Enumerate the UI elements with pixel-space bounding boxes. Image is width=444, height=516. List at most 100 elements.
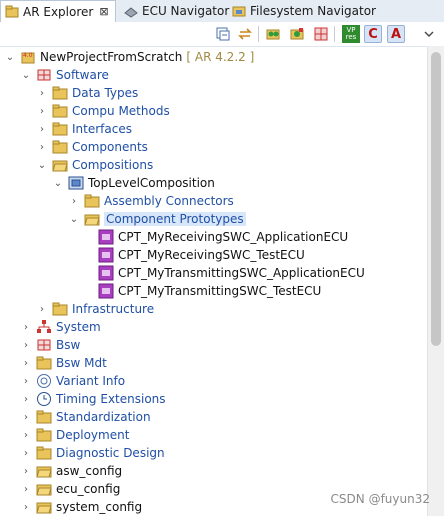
software-icon (36, 67, 52, 83)
tree-row-software[interactable]: ⌄ Software (20, 66, 109, 84)
tab-ar-explorer[interactable]: AR Explorer ⊠ (0, 0, 116, 22)
tree-row-components[interactable]: › Components (36, 138, 148, 156)
tree-label: TopLevelComposition (88, 176, 215, 190)
folder-icon (52, 85, 68, 101)
tree-row-asw-config[interactable]: › asw_config (20, 462, 122, 480)
tree-row-top-level-composition[interactable]: ⌄ TopLevelComposition (52, 174, 215, 192)
folder-icon (84, 193, 100, 209)
chevron-right-icon[interactable]: › (20, 501, 32, 513)
tree-row-bsw-mdt[interactable]: › Bsw Mdt (20, 354, 107, 372)
swc-prototype-icon (98, 247, 114, 263)
composition-icon (68, 175, 84, 191)
chevron-down-icon[interactable]: ⌄ (68, 213, 80, 225)
a-filter-letter: A (390, 26, 402, 42)
tree-label: CPT_MyTransmittingSWC_TestECU (118, 284, 322, 298)
swc-prototype-icon (98, 265, 114, 281)
c-filter-letter: C (368, 26, 378, 42)
tree-label: Components (72, 140, 148, 154)
variant-info-icon (36, 373, 52, 389)
tree-row-ecu-config[interactable]: › ecu_config (20, 480, 120, 498)
chevron-right-icon[interactable]: › (20, 411, 32, 423)
close-icon[interactable]: ⊠ (99, 5, 108, 18)
tree-row-data-types[interactable]: › Data Types (36, 84, 138, 102)
tree-row-assembly-connectors[interactable]: › Assembly Connectors (68, 192, 234, 210)
link-with-editor-icon[interactable] (236, 25, 254, 43)
tree-label: Compositions (72, 158, 154, 172)
folder-icon (52, 301, 68, 317)
new-element-icon[interactable] (264, 25, 282, 43)
tree-label: Deployment (56, 428, 130, 442)
chevron-right-icon[interactable]: › (36, 141, 48, 153)
tree-row-prototype[interactable]: CPT_MyReceivingSWC_TestECU (98, 246, 305, 264)
tree-row-deployment[interactable]: › Deployment (20, 426, 129, 444)
tree-label: Bsw Mdt (56, 356, 107, 370)
watermark: CSDN @fuyun32 (330, 492, 430, 506)
chevron-down-icon[interactable]: ⌄ (52, 177, 64, 189)
folder-icon (36, 445, 52, 461)
chevron-right-icon[interactable]: › (20, 447, 32, 459)
collapse-all-icon[interactable] (214, 25, 232, 43)
a-filter-icon[interactable]: A (387, 25, 405, 43)
chevron-right-icon[interactable]: › (20, 375, 32, 387)
chevron-right-icon[interactable]: › (20, 429, 32, 441)
chevron-right-icon[interactable]: › (20, 483, 32, 495)
tree-row-system[interactable]: › System (20, 318, 101, 336)
tab-ecu-navigator[interactable]: ECU Navigator (120, 0, 229, 22)
chevron-right-icon[interactable]: › (20, 393, 32, 405)
tree-label: ecu_config (56, 482, 121, 496)
tree-label: asw_config (56, 464, 123, 478)
chevron-down-icon[interactable]: ⌄ (20, 69, 32, 81)
scrollbar-thumb[interactable] (431, 52, 441, 346)
chevron-right-icon[interactable]: › (36, 105, 48, 117)
tree-label: Compu Methods (72, 104, 170, 118)
tree-label: CPT_MyTransmittingSWC_ApplicationECU (118, 266, 365, 280)
tab-filesystem-navigator[interactable]: Filesystem Navigator (228, 0, 376, 22)
chevron-right-icon[interactable]: › (36, 87, 48, 99)
tree-row-timing-extensions[interactable]: › Timing Extensions (20, 390, 166, 408)
vp-res-icon[interactable]: VP res (342, 25, 360, 43)
chevron-down-icon[interactable]: ⌄ (4, 51, 16, 63)
system-icon (36, 319, 52, 335)
folder-open-icon (36, 499, 52, 515)
tree-row-interfaces[interactable]: › Interfaces (36, 120, 132, 138)
tree-row-prototype[interactable]: CPT_MyReceivingSWC_ApplicationECU (98, 228, 348, 246)
tab-filesystem-navigator-label: Filesystem Navigator (250, 4, 376, 18)
tree-row-standardization[interactable]: › Standardization (20, 408, 151, 426)
view-menu-icon[interactable] (420, 25, 438, 43)
svg-text:4.0: 4.0 (23, 52, 33, 59)
chevron-right-icon[interactable]: › (68, 195, 80, 207)
tree-row-bsw[interactable]: › Bsw (20, 336, 80, 354)
chevron-right-icon[interactable]: › (20, 339, 32, 351)
chevron-right-icon[interactable]: › (20, 357, 32, 369)
view-toolbar: VP res C A (0, 22, 444, 47)
folder-icon (36, 355, 52, 371)
tree-row-component-prototypes[interactable]: ⌄ Component Prototypes (68, 210, 246, 228)
c-filter-icon[interactable]: C (364, 25, 382, 43)
tree-row-project[interactable]: ⌄ 4.0 NewProjectFromScratch [ AR 4.2.2 ] (4, 48, 254, 66)
folder-open-icon (84, 211, 100, 227)
tree-row-infrastructure[interactable]: › Infrastructure (36, 300, 154, 318)
tree-row-compositions[interactable]: ⌄ Compositions (36, 156, 153, 174)
chevron-right-icon[interactable]: › (36, 123, 48, 135)
tab-ecu-navigator-label: ECU Navigator (142, 4, 230, 18)
chevron-down-icon[interactable]: ⌄ (36, 159, 48, 171)
toolbar-separator (258, 26, 259, 42)
chevron-right-icon[interactable]: › (36, 303, 48, 315)
tree-label: Assembly Connectors (104, 194, 234, 208)
tree-label: system_config (56, 500, 143, 514)
new-package-icon[interactable] (288, 25, 306, 43)
folder-icon (52, 121, 68, 137)
folder-open-icon (36, 481, 52, 497)
tree-row-system-config[interactable]: › system_config (20, 498, 142, 516)
swc-prototype-icon (98, 283, 114, 299)
chevron-right-icon[interactable]: › (20, 321, 32, 333)
tree-label-selected: Component Prototypes (104, 212, 246, 226)
vertical-scrollbar[interactable] (427, 46, 444, 516)
grid-icon[interactable] (312, 25, 330, 43)
tree-row-variant-info[interactable]: › Variant Info (20, 372, 125, 390)
chevron-right-icon[interactable]: › (20, 465, 32, 477)
tree-row-prototype[interactable]: CPT_MyTransmittingSWC_TestECU (98, 282, 321, 300)
tree-row-diagnostic-design[interactable]: › Diagnostic Design (20, 444, 165, 462)
tree-row-compu-methods[interactable]: › Compu Methods (36, 102, 170, 120)
tree-row-prototype[interactable]: CPT_MyTransmittingSWC_ApplicationECU (98, 264, 365, 282)
